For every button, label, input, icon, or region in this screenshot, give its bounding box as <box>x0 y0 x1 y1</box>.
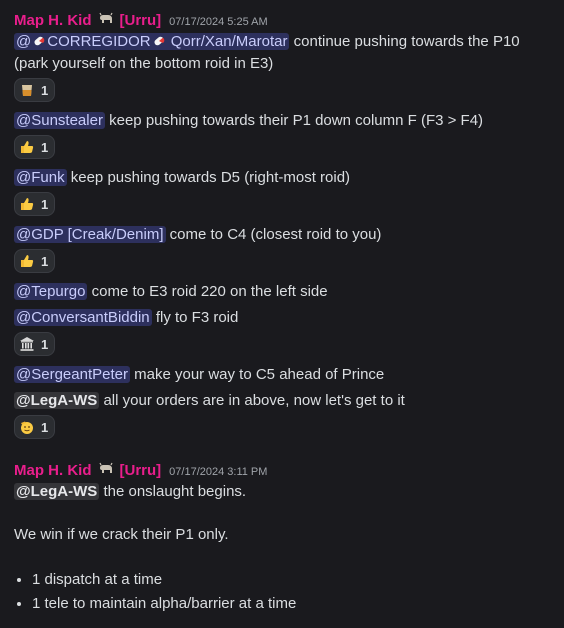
message-line: @ConversantBiddin fly to F3 roid <box>14 307 554 329</box>
message-text: come to E3 roid 220 on the left side <box>91 283 328 300</box>
reaction-count: 1 <box>41 196 49 212</box>
message-line: @Funk keep pushing towards D5 (right-mos… <box>14 167 554 189</box>
reaction[interactable]: 1 <box>14 135 56 159</box>
message-line: @GDP [Creak/Denim] come to C4 (closest r… <box>14 224 554 246</box>
message-line: @SergeantPeter make your way to C5 ahead… <box>14 364 554 386</box>
server-tag[interactable]: [Urru] <box>120 460 162 482</box>
reaction-count: 1 <box>41 139 49 155</box>
reaction-count: 1 <box>41 82 49 98</box>
mention[interactable]: @ConversantBiddin <box>14 309 152 326</box>
message-header: Map H. Kid [Urru] 07/17/2024 3:11 PM <box>14 459 554 481</box>
author-name[interactable]: Map H. Kid <box>14 460 92 482</box>
message: Map H. Kid [Urru] 07/17/2024 3:11 PM @Le… <box>0 459 564 616</box>
classical-building-icon <box>19 336 35 352</box>
reaction[interactable]: 1 <box>14 332 56 356</box>
thumbs-up-icon <box>19 139 35 155</box>
tumbler-glass-icon <box>19 82 35 98</box>
message-line: @LegA-WS all your orders are in above, n… <box>14 390 554 412</box>
author-name[interactable]: Map H. Kid <box>14 10 92 32</box>
mention[interactable]: @LegA-WS <box>14 392 100 409</box>
message-header: Map H. Kid [Urru] 07/17/2024 5:25 AM <box>14 9 554 31</box>
server-tag[interactable]: [Urru] <box>120 10 162 32</box>
pill-icon <box>154 36 164 46</box>
message-paragraph: We win if we crack their P1 only. <box>14 526 229 543</box>
list-item: 1 dispatch at a time <box>32 568 554 592</box>
thumbs-up-icon <box>19 196 35 212</box>
reaction[interactable]: 1 <box>14 78 56 102</box>
message-line: @Sunstealer keep pushing towards their P… <box>14 110 554 132</box>
bull-icon <box>98 11 114 27</box>
thumbs-up-icon <box>19 253 35 269</box>
reaction[interactable]: 1 <box>14 415 56 439</box>
mention[interactable]: @GDP [Creak/Denim] <box>14 226 166 243</box>
message: Map H. Kid [Urru] 07/17/2024 5:25 AM @ CO… <box>0 0 564 443</box>
message-line: @ CORREGIDOR Qorr/Xan/Marotar continue pu… <box>14 31 554 75</box>
mention[interactable]: @LegA-WS <box>14 483 100 500</box>
message-text: the onslaught begins. <box>103 483 247 500</box>
reaction[interactable]: 1 <box>14 192 56 216</box>
bull-icon <box>98 461 114 477</box>
reaction-count: 1 <box>41 419 49 435</box>
bullet-list: 1 dispatch at a time 1 tele to maintain … <box>14 568 554 616</box>
timestamp[interactable]: 07/17/2024 5:25 AM <box>169 11 267 33</box>
message-text: make your way to C5 ahead of Prince <box>134 366 385 383</box>
message-text: fly to F3 roid <box>155 309 239 326</box>
message-text: keep pushing towards D5 (right-most roid… <box>70 169 351 186</box>
reaction-count: 1 <box>41 253 49 269</box>
list-item: 1 tele to maintain alpha/barrier at a ti… <box>32 592 554 616</box>
mention[interactable]: @Tepurgo <box>14 283 88 300</box>
mention[interactable]: @Funk <box>14 169 67 186</box>
saluting-face-icon <box>19 419 35 435</box>
reaction[interactable]: 1 <box>14 249 56 273</box>
message-text: come to C4 (closest roid to you) <box>169 226 382 243</box>
timestamp[interactable]: 07/17/2024 3:11 PM <box>169 461 267 483</box>
message-text: keep pushing towards their P1 down colum… <box>109 112 484 129</box>
mention[interactable]: @Sunstealer <box>14 112 105 129</box>
mention[interactable]: @ CORREGIDOR Qorr/Xan/Marotar <box>14 33 290 50</box>
message-text: all your orders are in above, now let's … <box>103 392 405 409</box>
message-line: @Tepurgo come to E3 roid 220 on the left… <box>14 281 554 303</box>
mention[interactable]: @SergeantPeter <box>14 366 130 383</box>
message-line: @LegA-WS the onslaught begins. <box>14 481 554 503</box>
pill-icon <box>34 36 45 46</box>
reaction-count: 1 <box>41 336 49 352</box>
